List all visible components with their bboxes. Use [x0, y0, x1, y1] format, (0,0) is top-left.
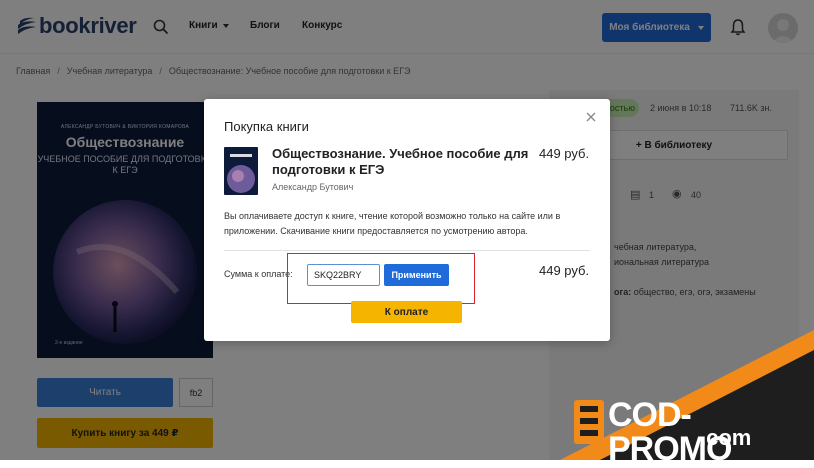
watermark-stripes [560, 330, 814, 460]
watermark-logo-icon [574, 400, 604, 444]
watermark-subtext: .com [700, 425, 752, 450]
